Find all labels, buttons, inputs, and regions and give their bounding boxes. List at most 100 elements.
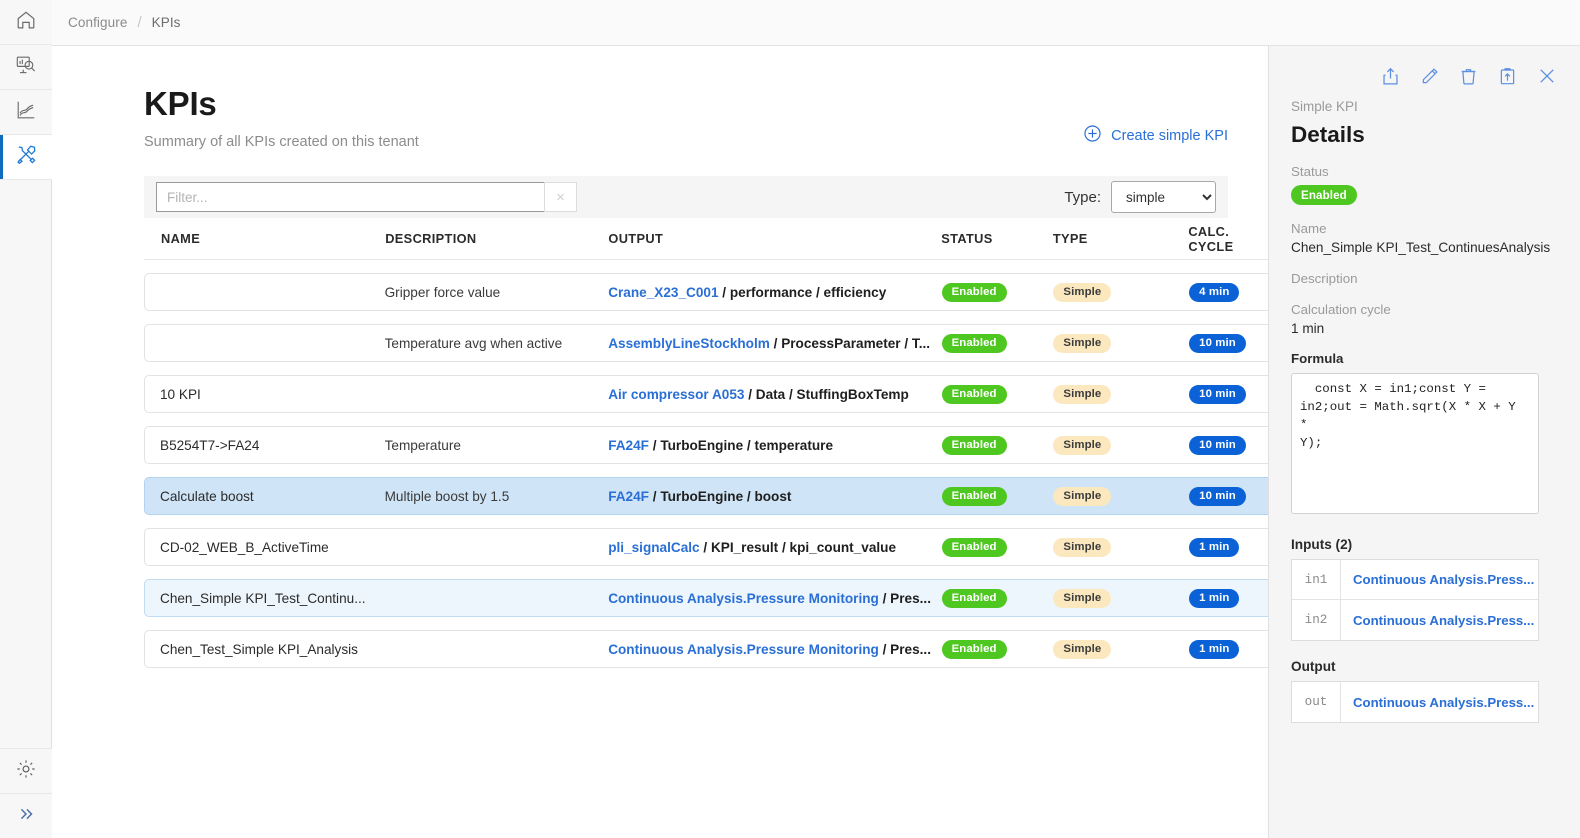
row-output: Crane_X23_C001 / performance / efficienc… bbox=[608, 285, 941, 300]
calc-cycle-badge: 10 min bbox=[1189, 384, 1246, 404]
table-row[interactable]: 10 KPI Air compressor A053 / Data / Stuff… bbox=[144, 375, 1268, 414]
formula-textarea[interactable] bbox=[1291, 373, 1539, 514]
table-row[interactable]: Chen_Simple KPI_Test_Continu... Continuou… bbox=[144, 579, 1268, 618]
row-type-cell: Simple bbox=[1053, 333, 1189, 353]
row-name: CD-02_WEB_B_ActiveTime bbox=[160, 539, 329, 555]
rail-spacer bbox=[0, 180, 51, 748]
calc-cycle-badge: 4 min bbox=[1189, 282, 1240, 302]
column-header-name: NAME bbox=[161, 231, 201, 247]
table-row[interactable]: Gripper force value Crane_X23_C001 / perf… bbox=[144, 273, 1268, 312]
row-output-path: / Data / StuffingBoxTemp bbox=[744, 386, 909, 402]
type-filter-label: Type: bbox=[1064, 188, 1101, 206]
row-output-link[interactable]: Crane_X23_C001 bbox=[608, 285, 718, 300]
status-badge: Enabled bbox=[941, 639, 1007, 659]
status-badge: Enabled bbox=[941, 537, 1007, 557]
description-field-label: Description bbox=[1291, 271, 1358, 286]
row-output-link[interactable]: FA24F bbox=[608, 489, 649, 504]
filter-clear-button[interactable]: × bbox=[544, 182, 577, 213]
row-output-link[interactable]: pli_signalCalc bbox=[608, 540, 699, 555]
row-type-cell: Simple bbox=[1053, 588, 1189, 608]
calc-cycle-badge: 10 min bbox=[1189, 486, 1246, 506]
input-row-value[interactable]: Continuous Analysis.Press... bbox=[1341, 560, 1538, 599]
row-status-cell: Enabled bbox=[941, 435, 1054, 455]
create-simple-kpi-label: Create simple KPI bbox=[1111, 127, 1228, 144]
input-row[interactable]: in1 Continuous Analysis.Press... bbox=[1292, 560, 1538, 600]
close-icon[interactable] bbox=[1536, 65, 1558, 87]
page-title: KPIs bbox=[144, 85, 217, 122]
row-description: Temperature avg when active bbox=[384, 335, 563, 351]
type-filter-select[interactable]: simplecomplexall bbox=[1111, 181, 1216, 214]
details-kicker: Simple KPI bbox=[1291, 99, 1358, 114]
filter-toolbar: × Type: simplecomplexall bbox=[144, 176, 1228, 219]
tools-icon bbox=[15, 143, 38, 171]
type-filter-group: Type: simplecomplexall bbox=[1064, 181, 1216, 214]
status-field-label: Status bbox=[1291, 164, 1329, 179]
table-row[interactable]: B5254T7->FA24 Temperature FA24F / TurboEng… bbox=[144, 426, 1268, 465]
details-panel: Simple KPI Details Status Enabled Name C… bbox=[1268, 46, 1580, 838]
row-description: Multiple boost by 1.5 bbox=[384, 488, 510, 504]
row-output: Continuous Analysis.Pressure Monitoring … bbox=[608, 591, 941, 606]
row-output-link[interactable]: FA24F bbox=[608, 438, 649, 453]
create-simple-kpi-button[interactable]: Create simple KPI bbox=[1083, 124, 1228, 147]
row-output-link[interactable]: Continuous Analysis.Pressure Monitoring bbox=[608, 591, 879, 606]
edit-pencil-icon[interactable] bbox=[1419, 66, 1440, 87]
nav-item-settings[interactable] bbox=[0, 748, 52, 793]
breadcrumb-parent[interactable]: Configure bbox=[68, 15, 127, 30]
name-field-value: Chen_Simple KPI_Test_ContinuesAnalysis bbox=[1291, 240, 1551, 255]
filter-input[interactable] bbox=[156, 182, 544, 213]
calc-cycle-badge: 10 min bbox=[1189, 435, 1246, 455]
row-output-link[interactable]: AssemblyLineStockholm bbox=[608, 336, 770, 351]
type-badge: Simple bbox=[1053, 435, 1112, 455]
row-description: Gripper force value bbox=[384, 284, 501, 300]
inputs-section-label: Inputs (2) bbox=[1291, 537, 1353, 552]
output-row-value[interactable]: Continuous Analysis.Press... bbox=[1341, 682, 1538, 722]
row-output-path: / Pres... bbox=[878, 590, 931, 606]
column-header-calc-cycle: CALC. CYCLE bbox=[1188, 223, 1234, 254]
row-name: 10 KPI bbox=[160, 386, 201, 402]
row-output-link[interactable]: Air compressor A053 bbox=[608, 387, 744, 402]
status-field-value: Enabled bbox=[1291, 185, 1558, 205]
row-status-cell: Enabled bbox=[941, 639, 1054, 659]
calc-cycle-field-label: Calculation cycle bbox=[1291, 302, 1391, 317]
nav-item-trends[interactable] bbox=[0, 90, 52, 135]
input-row-value[interactable]: Continuous Analysis.Press... bbox=[1341, 600, 1538, 640]
row-cycle-cell: 10 min bbox=[1189, 486, 1268, 506]
row-name: Chen_Simple KPI_Test_Continu... bbox=[160, 590, 366, 606]
row-type-cell: Simple bbox=[1053, 639, 1189, 659]
table-row[interactable]: Calculate boost Multiple boost by 1.5 FA24… bbox=[144, 477, 1268, 516]
input-row[interactable]: in2 Continuous Analysis.Press... bbox=[1292, 600, 1538, 640]
output-row-key: out bbox=[1292, 682, 1341, 722]
gear-icon bbox=[15, 758, 37, 785]
table-row[interactable]: CD-02_WEB_B_ActiveTime pli_signalCalc / K… bbox=[144, 528, 1268, 567]
output-table: out Continuous Analysis.Press... bbox=[1291, 681, 1539, 723]
nav-item-configure[interactable] bbox=[0, 135, 52, 180]
output-row[interactable]: out Continuous Analysis.Press... bbox=[1292, 682, 1538, 722]
column-header-output: OUTPUT bbox=[608, 231, 664, 247]
share-icon[interactable] bbox=[1380, 66, 1401, 87]
row-cycle-cell: 1 min bbox=[1189, 588, 1268, 608]
row-cycle-cell: 10 min bbox=[1189, 384, 1268, 404]
nav-item-analyze[interactable] bbox=[0, 45, 52, 90]
row-name: B5254T7->FA24 bbox=[160, 437, 260, 453]
status-badge: Enabled bbox=[941, 435, 1007, 455]
row-type-cell: Simple bbox=[1053, 486, 1189, 506]
table-row[interactable]: Chen_Test_Simple KPI_Analysis Continuous … bbox=[144, 630, 1268, 669]
calc-cycle-badge: 1 min bbox=[1189, 588, 1240, 608]
trash-icon[interactable] bbox=[1458, 66, 1479, 87]
type-badge: Simple bbox=[1053, 384, 1112, 404]
formula-field-label: Formula bbox=[1291, 351, 1344, 366]
trend-icon bbox=[15, 99, 37, 126]
input-row-key: in2 bbox=[1292, 600, 1341, 640]
calc-cycle-badge: 10 min bbox=[1189, 333, 1246, 353]
nav-item-expand[interactable] bbox=[0, 793, 52, 838]
name-field-label: Name bbox=[1291, 221, 1327, 236]
type-badge: Simple bbox=[1053, 486, 1112, 506]
expand-icon bbox=[15, 803, 37, 830]
table-row[interactable]: Temperature avg when active AssemblyLineS… bbox=[144, 324, 1268, 363]
row-cycle-cell: 1 min bbox=[1189, 537, 1268, 557]
nav-item-home[interactable] bbox=[0, 0, 52, 45]
status-badge: Enabled bbox=[941, 486, 1007, 506]
publish-icon[interactable] bbox=[1497, 66, 1518, 87]
row-output-link[interactable]: Continuous Analysis.Pressure Monitoring bbox=[608, 642, 879, 657]
row-status-cell: Enabled bbox=[941, 537, 1054, 557]
